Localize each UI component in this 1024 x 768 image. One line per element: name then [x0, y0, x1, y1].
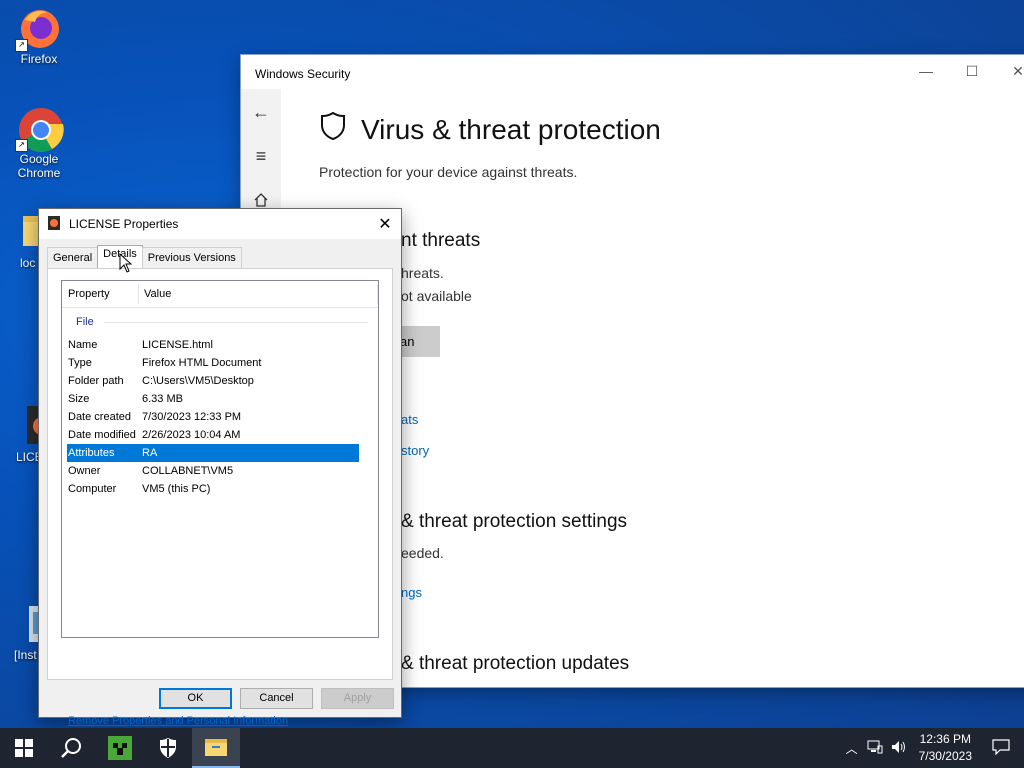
list-item[interactable]: Owner COLLABNET\VM5 — [67, 462, 359, 480]
property-name: Size — [68, 393, 90, 405]
settings-heading: & threat protection settings — [401, 511, 628, 532]
close-button[interactable]: ✕ — [995, 55, 1024, 87]
list-item-selected[interactable]: Attributes RA — [67, 444, 359, 462]
property-name: Date created — [68, 411, 131, 423]
property-name: Attributes — [68, 447, 115, 459]
column-header-property[interactable]: Property — [62, 284, 139, 304]
property-value: Firefox HTML Document — [142, 357, 262, 369]
quick-scan-button[interactable]: an — [400, 326, 440, 357]
dialog-close-button[interactable]: ✕ — [369, 209, 401, 239]
desktop-icon-label: Google Chrome — [17, 152, 61, 180]
search-icon — [61, 738, 81, 758]
shield-icon — [319, 111, 347, 148]
threats-text-2: ot available — [401, 288, 472, 304]
property-name: Name — [68, 339, 98, 351]
chrome-icon: ↗ — [15, 106, 64, 152]
threats-text-1: hreats. — [401, 265, 444, 281]
current-threats-heading: nt threats — [401, 230, 481, 251]
list-item[interactable]: Date modified 2/26/2023 10:04 AM — [67, 426, 359, 444]
maximize-button[interactable]: ☐ — [949, 55, 995, 87]
taskbar-minecraft[interactable] — [96, 728, 144, 768]
dialog-title: LICENSE Properties — [69, 217, 179, 231]
clock-time: 12:36 PM — [919, 732, 971, 746]
list-item[interactable]: Date created 7/30/2023 12:33 PM — [67, 408, 359, 426]
group-header-file: File — [62, 312, 378, 332]
apply-button[interactable]: Apply — [321, 688, 394, 709]
property-name: Owner — [68, 465, 101, 477]
file-icon — [47, 215, 61, 234]
list-item[interactable]: Size 6.33 MB — [67, 390, 359, 408]
property-value: 2/26/2023 10:04 AM — [142, 429, 241, 441]
minecraft-icon — [108, 736, 132, 760]
mouse-cursor-icon — [119, 252, 133, 278]
property-name: Date modified — [68, 429, 136, 441]
shield-icon — [160, 738, 176, 758]
cancel-button[interactable]: Cancel — [240, 688, 313, 709]
property-value: RA — [142, 447, 158, 459]
folder-icon — [205, 739, 227, 756]
shortcut-arrow-icon: ↗ — [15, 139, 28, 152]
tab-strip: General Details Previous Versions — [47, 245, 242, 269]
page-title-text: Virus & threat protection — [361, 113, 661, 145]
settings-text: eeded. — [401, 545, 444, 561]
property-value: VM5 (this PC) — [142, 483, 211, 495]
property-value: LICENSE.html — [142, 339, 213, 351]
property-value: COLLABNET\VM5 — [142, 465, 234, 477]
clock-date: 7/30/2023 — [918, 749, 972, 763]
list-header: Property Value — [62, 281, 378, 308]
chevron-up-icon[interactable]: ︿ — [841, 740, 863, 757]
notification-icon[interactable] — [980, 738, 1024, 758]
taskbar: ︿ 12:36 PM 7/30/2023 — [0, 728, 1024, 768]
list-item[interactable]: Name LICENSE.html — [67, 336, 359, 354]
tab-general[interactable]: General — [47, 247, 99, 269]
network-icon[interactable] — [863, 740, 887, 757]
shortcut-arrow-icon: ↗ — [15, 39, 28, 52]
property-value: 7/30/2023 12:33 PM — [142, 411, 242, 423]
properties-dialog: LICENSE Properties ✕ General Details Pre… — [38, 208, 402, 727]
firefox-icon: ↗ — [15, 6, 61, 52]
remove-properties-link[interactable]: Remove Properties and Personal Informati… — [68, 715, 288, 727]
clock[interactable]: 12:36 PM 7/30/2023 — [911, 731, 980, 765]
property-name: Computer — [68, 483, 117, 495]
minimize-button[interactable]: — — [903, 55, 949, 87]
property-name: Type — [68, 357, 92, 369]
desktop-icon-chrome[interactable]: ↗ Google Chrome — [4, 106, 74, 180]
ok-button[interactable]: OK — [159, 688, 232, 709]
tab-previous-versions[interactable]: Previous Versions — [141, 247, 242, 269]
updates-heading: & threat protection updates — [401, 653, 630, 674]
desktop-icon-label: Firefox — [20, 52, 58, 66]
property-value: C:\Users\VM5\Desktop — [142, 375, 254, 387]
list-item[interactable]: Type Firefox HTML Document — [67, 354, 359, 372]
protection-history-link[interactable]: story — [401, 443, 429, 458]
search-button[interactable] — [48, 728, 96, 768]
properties-list[interactable]: Property Value File Name LICENSE.html Typ… — [61, 280, 379, 638]
back-arrow-icon[interactable]: ← — [241, 89, 281, 135]
manage-settings-link[interactable]: ngs — [401, 585, 422, 600]
column-header-value[interactable]: Value — [139, 284, 378, 304]
main-content: Virus & threat protection Protection for… — [319, 111, 1024, 180]
property-name: Folder path — [68, 375, 124, 387]
allowed-threats-link[interactable]: ats — [401, 412, 418, 427]
page-subtitle: Protection for your device against threa… — [319, 164, 578, 180]
details-panel: Property Value File Name LICENSE.html Typ… — [47, 268, 393, 727]
list-item[interactable]: Folder path C:\Users\VM5\Desktop — [67, 372, 359, 390]
desktop-icon-firefox[interactable]: ↗ Firefox — [4, 6, 74, 66]
page-title: Virus & threat protection — [319, 111, 1024, 148]
taskbar-file-explorer[interactable] — [192, 728, 240, 768]
property-value: 6.33 MB — [142, 393, 183, 405]
hamburger-menu-icon[interactable]: ≡ — [241, 133, 281, 179]
taskbar-windows-security[interactable] — [144, 728, 192, 768]
system-tray: ︿ 12:36 PM 7/30/2023 — [841, 728, 1024, 768]
list-item[interactable]: Computer VM5 (this PC) — [67, 480, 359, 498]
dialog-titlebar: LICENSE Properties — [39, 209, 401, 239]
windows-logo-icon — [15, 739, 33, 757]
start-button[interactable] — [0, 728, 48, 768]
volume-icon[interactable] — [887, 740, 911, 757]
